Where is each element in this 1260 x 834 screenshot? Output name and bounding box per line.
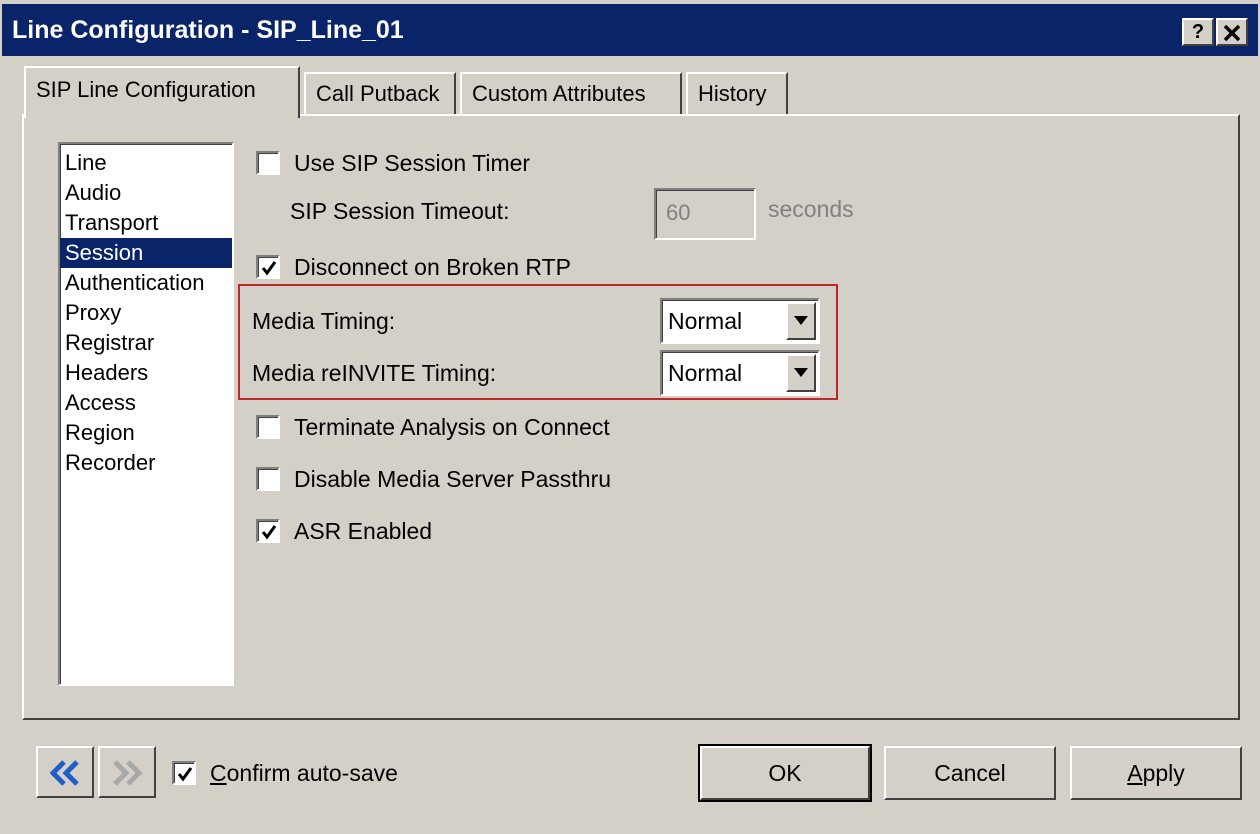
- disable-media-server-passthru-label: Disable Media Server Passthru: [294, 465, 612, 492]
- section-item-recorder[interactable]: Recorder: [60, 448, 232, 478]
- use-sip-session-timer-label: Use SIP Session Timer: [294, 149, 531, 176]
- checkmark-icon: [261, 525, 277, 540]
- section-item-transport[interactable]: Transport: [60, 208, 232, 238]
- ok-button[interactable]: OK: [700, 746, 870, 800]
- close-icon: [1223, 24, 1241, 42]
- line-configuration-dialog: Line Configuration - SIP_Line_01 ? SIP L…: [0, 0, 1260, 834]
- media-timing-select[interactable]: Normal: [660, 298, 820, 344]
- disable-media-server-passthru-checkbox[interactable]: [256, 467, 280, 491]
- confirm-autosave-checkbox[interactable]: [172, 761, 196, 785]
- use-sip-session-timer-row[interactable]: Use SIP Session Timer: [256, 148, 530, 178]
- tab-sip-line-configuration[interactable]: SIP Line Configuration: [24, 66, 300, 118]
- section-item-proxy[interactable]: Proxy: [60, 298, 232, 328]
- media-reinvite-timing-label: Media reINVITE Timing:: [252, 360, 497, 386]
- section-item-headers[interactable]: Headers: [60, 358, 232, 388]
- media-timing-value: Normal: [668, 308, 743, 334]
- section-item-audio[interactable]: Audio: [60, 178, 232, 208]
- section-item-session[interactable]: Session: [60, 238, 232, 268]
- media-timing-label: Media Timing:: [252, 308, 396, 334]
- media-reinvite-timing-dropdown-button[interactable]: [786, 354, 816, 392]
- terminate-analysis-on-connect-row[interactable]: Terminate Analysis on Connect: [256, 412, 610, 442]
- asr-enabled-row[interactable]: ASR Enabled: [256, 516, 432, 546]
- section-item-access[interactable]: Access: [60, 388, 232, 418]
- section-item-authentication[interactable]: Authentication: [60, 268, 232, 298]
- apply-accelerator: A: [1127, 760, 1143, 786]
- confirm-autosave-accelerator: C: [210, 759, 227, 786]
- double-chevron-left-icon: [50, 760, 79, 786]
- media-reinvite-timing-value: Normal: [668, 360, 743, 386]
- confirm-autosave-row[interactable]: Confirm auto-save: [172, 758, 398, 788]
- title-bar[interactable]: Line Configuration - SIP_Line_01 ?: [2, 4, 1258, 56]
- tab-custom-attributes[interactable]: Custom Attributes: [460, 72, 682, 114]
- tab-history[interactable]: History: [686, 72, 788, 114]
- disconnect-on-broken-rtp-row[interactable]: Disconnect on Broken RTP: [256, 252, 571, 282]
- help-button[interactable]: ?: [1182, 18, 1214, 46]
- section-item-line[interactable]: Line: [60, 148, 232, 178]
- disable-media-server-passthru-row[interactable]: Disable Media Server Passthru: [256, 464, 611, 494]
- disconnect-on-broken-rtp-label: Disconnect on Broken RTP: [294, 253, 571, 280]
- terminate-analysis-on-connect-checkbox[interactable]: [256, 415, 280, 439]
- section-item-region[interactable]: Region: [60, 418, 232, 448]
- media-timing-dropdown-button[interactable]: [786, 302, 816, 340]
- checkmark-icon: [261, 261, 277, 276]
- section-item-registrar[interactable]: Registrar: [60, 328, 232, 358]
- chevron-down-icon: [794, 316, 808, 325]
- checkmark-icon: [177, 767, 193, 782]
- confirm-autosave-label-rest: onfirm auto-save: [226, 759, 398, 786]
- next-button[interactable]: [98, 746, 156, 798]
- disconnect-on-broken-rtp-checkbox[interactable]: [256, 255, 280, 279]
- apply-button[interactable]: Apply: [1070, 746, 1242, 800]
- apply-label-rest: pply: [1142, 760, 1185, 786]
- asr-enabled-label: ASR Enabled: [294, 517, 433, 544]
- section-list[interactable]: Line Audio Transport Session Authenticat…: [58, 142, 234, 686]
- chevron-down-icon: [794, 368, 808, 377]
- double-chevron-right-icon: [113, 760, 142, 786]
- asr-enabled-checkbox[interactable]: [256, 519, 280, 543]
- seconds-unit-label: seconds: [768, 196, 854, 222]
- confirm-autosave-label: Confirm auto-save: [210, 760, 398, 787]
- previous-button[interactable]: [36, 746, 94, 798]
- use-sip-session-timer-checkbox[interactable]: [256, 151, 280, 175]
- close-button[interactable]: [1216, 18, 1248, 46]
- sip-session-timeout-input[interactable]: 60: [654, 188, 756, 240]
- window-title: Line Configuration - SIP_Line_01: [12, 16, 404, 44]
- terminate-analysis-on-connect-label: Terminate Analysis on Connect: [294, 413, 610, 440]
- tab-call-putback[interactable]: Call Putback: [304, 72, 456, 114]
- media-reinvite-timing-select[interactable]: Normal: [660, 350, 820, 396]
- sip-session-timeout-label: SIP Session Timeout:: [290, 198, 510, 224]
- cancel-button[interactable]: Cancel: [884, 746, 1056, 800]
